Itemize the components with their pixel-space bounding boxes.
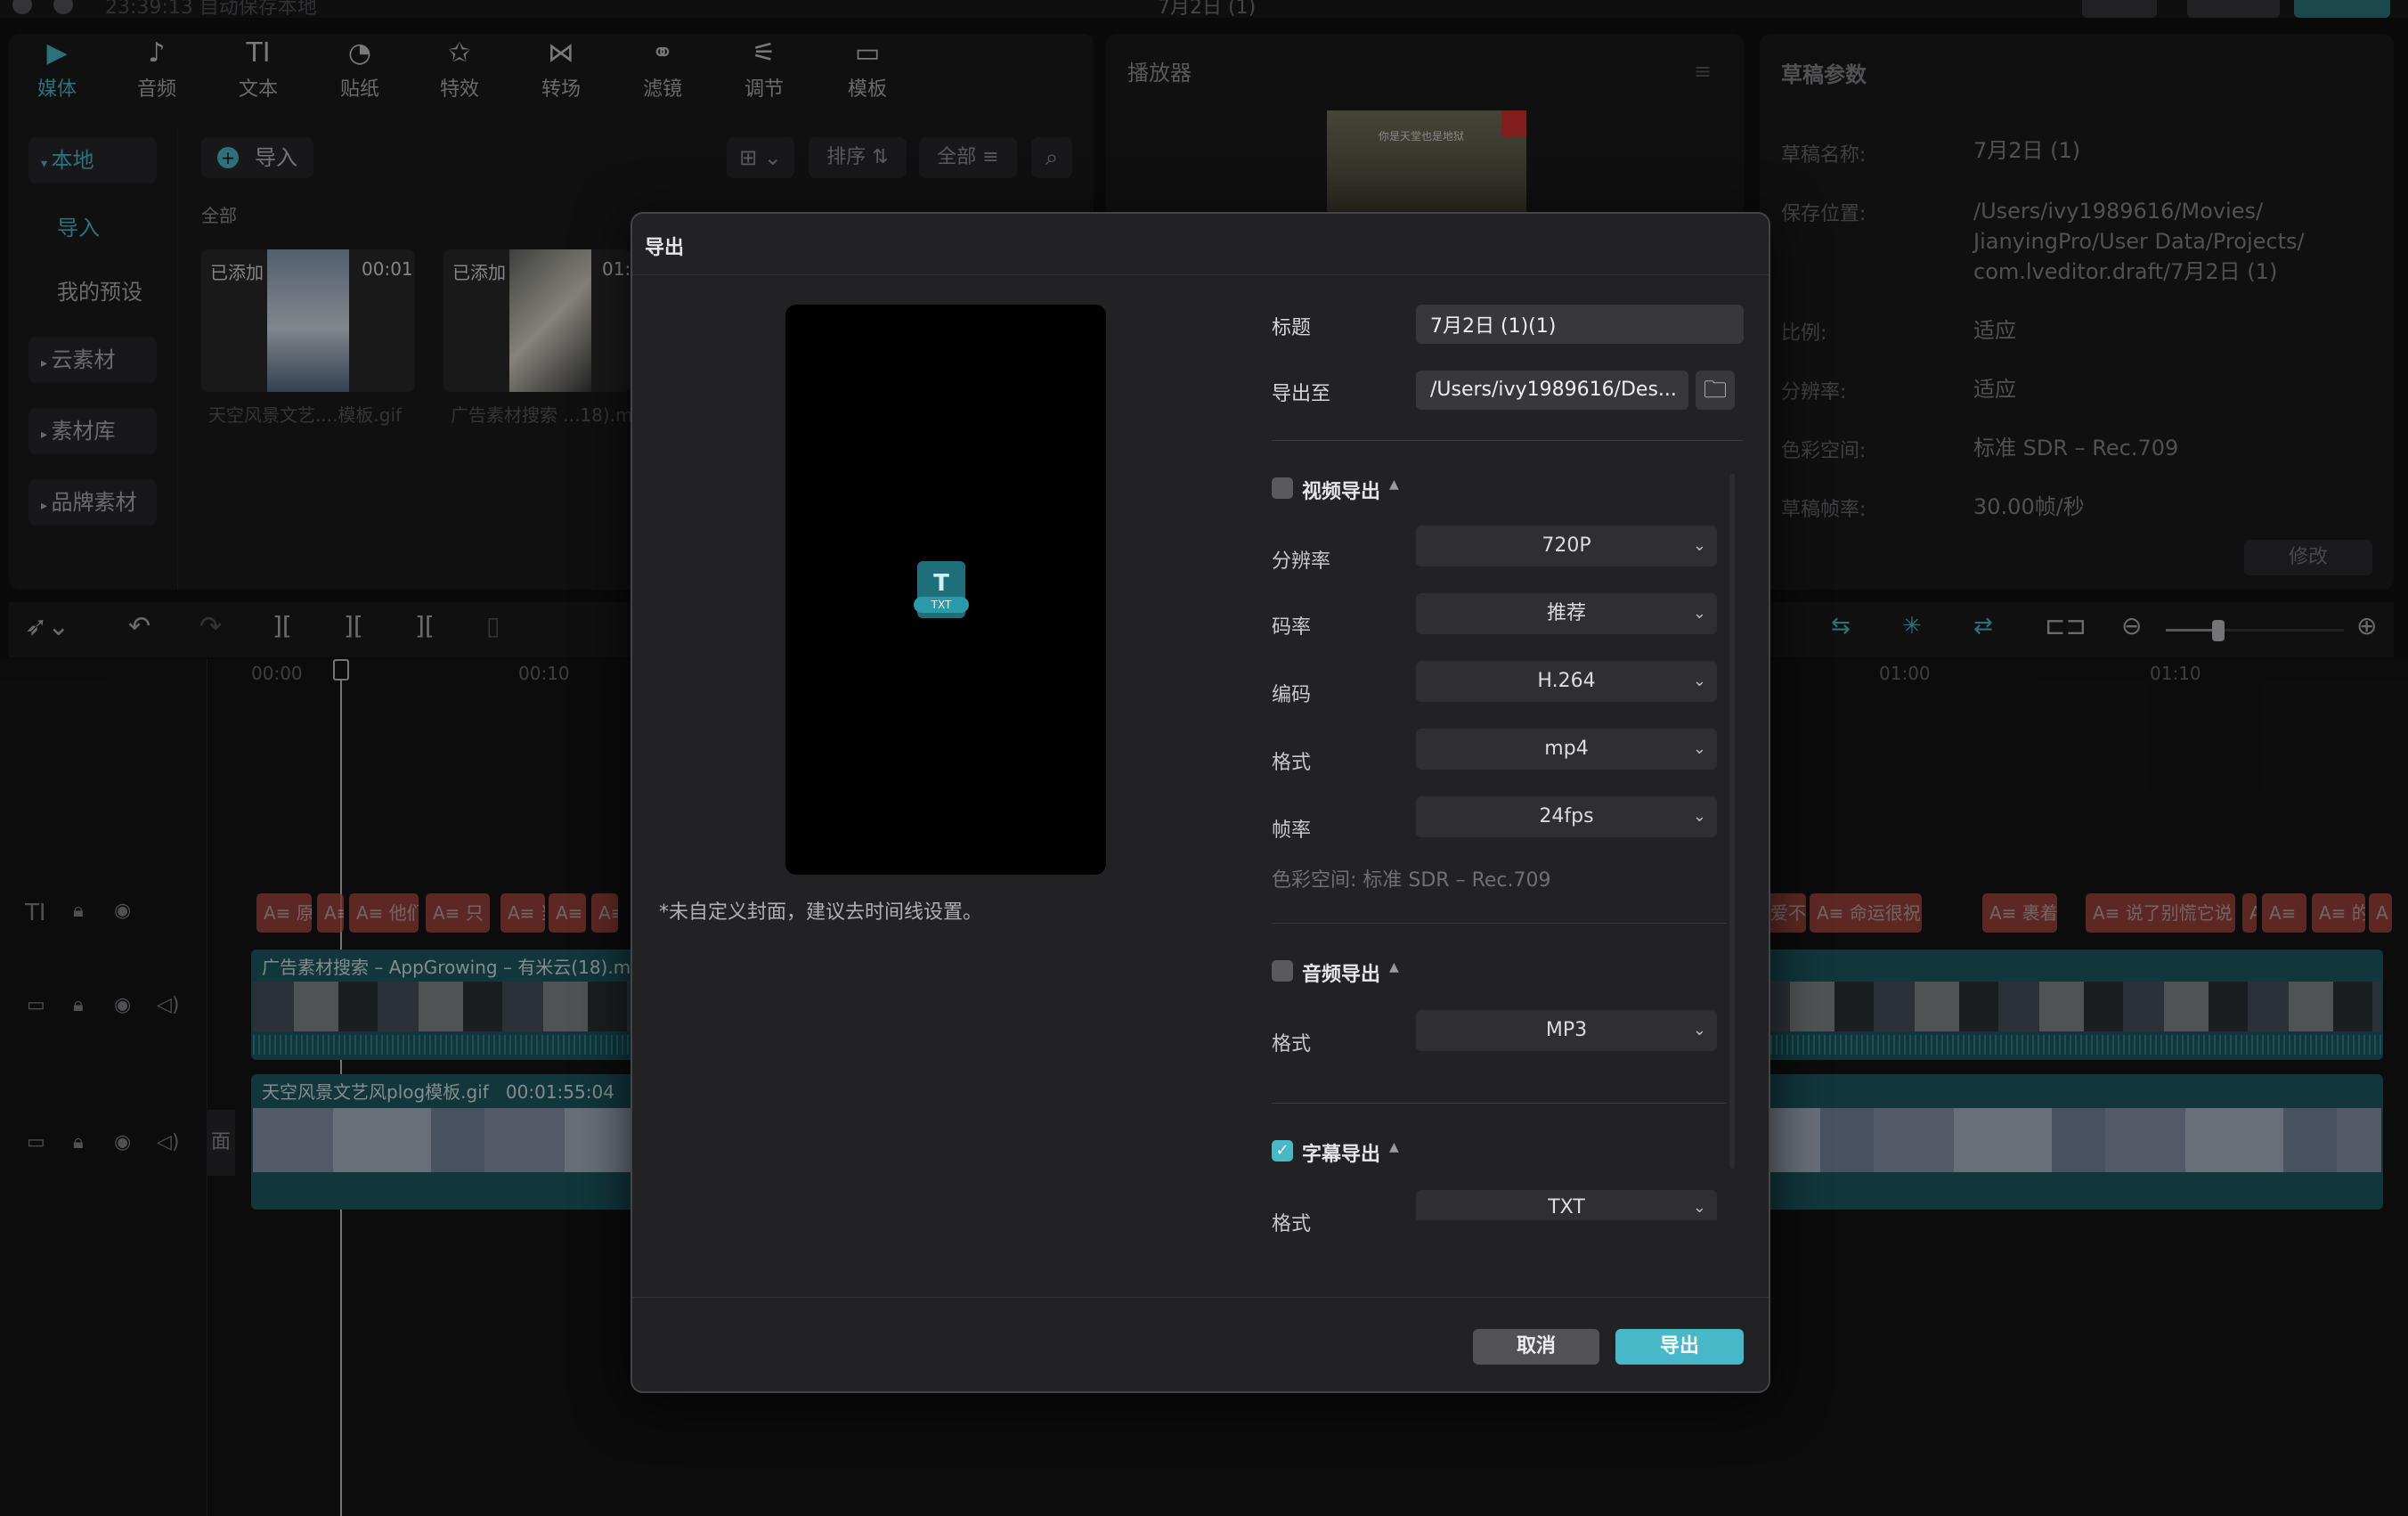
audio-format-label: 格式	[1272, 1033, 1312, 1055]
dialog-title: 导出	[645, 237, 685, 259]
caret-up-icon[interactable]: ▲	[1389, 960, 1399, 974]
title-label: 标题	[1272, 317, 1312, 339]
format-label: 格式	[1272, 752, 1312, 774]
audio-export-checkbox[interactable]	[1272, 960, 1293, 982]
bitrate-select[interactable]: 推荐 ⌄	[1416, 593, 1717, 634]
fps-select[interactable]: 24fps ⌄	[1416, 796, 1717, 837]
resolution-select[interactable]: 720P ⌄	[1416, 526, 1717, 566]
fps-label: 帧率	[1272, 819, 1312, 842]
codec-label: 编码	[1272, 684, 1312, 706]
chevron-down-icon: ⌄	[1692, 807, 1706, 826]
export-path-field[interactable]: /Users/ivy1989616/Des...	[1416, 371, 1688, 410]
resolution-label: 分辨率	[1272, 550, 1331, 573]
export-dialog: 导出 T TXT *未自定义封面，建议去时间线设置。 标题 导出至 /Users…	[630, 212, 1770, 1393]
video-section-title: 视频导出	[1302, 481, 1381, 503]
export-button[interactable]: 导出	[1615, 1329, 1744, 1365]
file-type-badge: TXT	[914, 597, 969, 613]
txt-file-icon: T TXT	[914, 561, 969, 618]
export-to-label: 导出至	[1272, 383, 1331, 405]
video-export-checkbox[interactable]	[1272, 477, 1293, 499]
caret-up-icon[interactable]: ▲	[1389, 477, 1399, 492]
colorspace-info: 色彩空间: 标准 SDR – Rec.709	[1272, 869, 1551, 892]
chevron-down-icon: ⌄	[1692, 604, 1706, 623]
audio-format-select[interactable]: MP3 ⌄	[1416, 1010, 1717, 1051]
folder-icon: 🗀	[1703, 377, 1727, 403]
subtitle-section-title: 字幕导出	[1302, 1144, 1381, 1166]
caret-up-icon[interactable]: ▲	[1389, 1140, 1399, 1154]
subtitle-format-select[interactable]: TXT ⌄	[1416, 1190, 1717, 1220]
chevron-down-icon: ⌄	[1692, 1198, 1706, 1217]
bitrate-label: 码率	[1272, 616, 1312, 639]
cover-hint: *未自定义封面，建议去时间线设置。	[659, 901, 983, 924]
title-input[interactable]	[1416, 305, 1744, 344]
chevron-down-icon: ⌄	[1692, 739, 1706, 758]
cover-preview[interactable]: T TXT	[785, 305, 1106, 875]
subtitle-export-checkbox[interactable]: ✓	[1272, 1140, 1293, 1161]
audio-section-title: 音频导出	[1302, 964, 1381, 986]
chevron-down-icon: ⌄	[1692, 1021, 1706, 1039]
scrollbar[interactable]	[1729, 474, 1735, 1169]
folder-button[interactable]: 🗀	[1696, 371, 1735, 410]
codec-select[interactable]: H.264 ⌄	[1416, 661, 1717, 702]
chevron-down-icon: ⌄	[1692, 536, 1706, 555]
chevron-down-icon: ⌄	[1692, 672, 1706, 690]
format-select[interactable]: mp4 ⌄	[1416, 729, 1717, 770]
subtitle-format-label: 格式	[1272, 1213, 1312, 1235]
cancel-button[interactable]: 取消	[1473, 1329, 1599, 1365]
